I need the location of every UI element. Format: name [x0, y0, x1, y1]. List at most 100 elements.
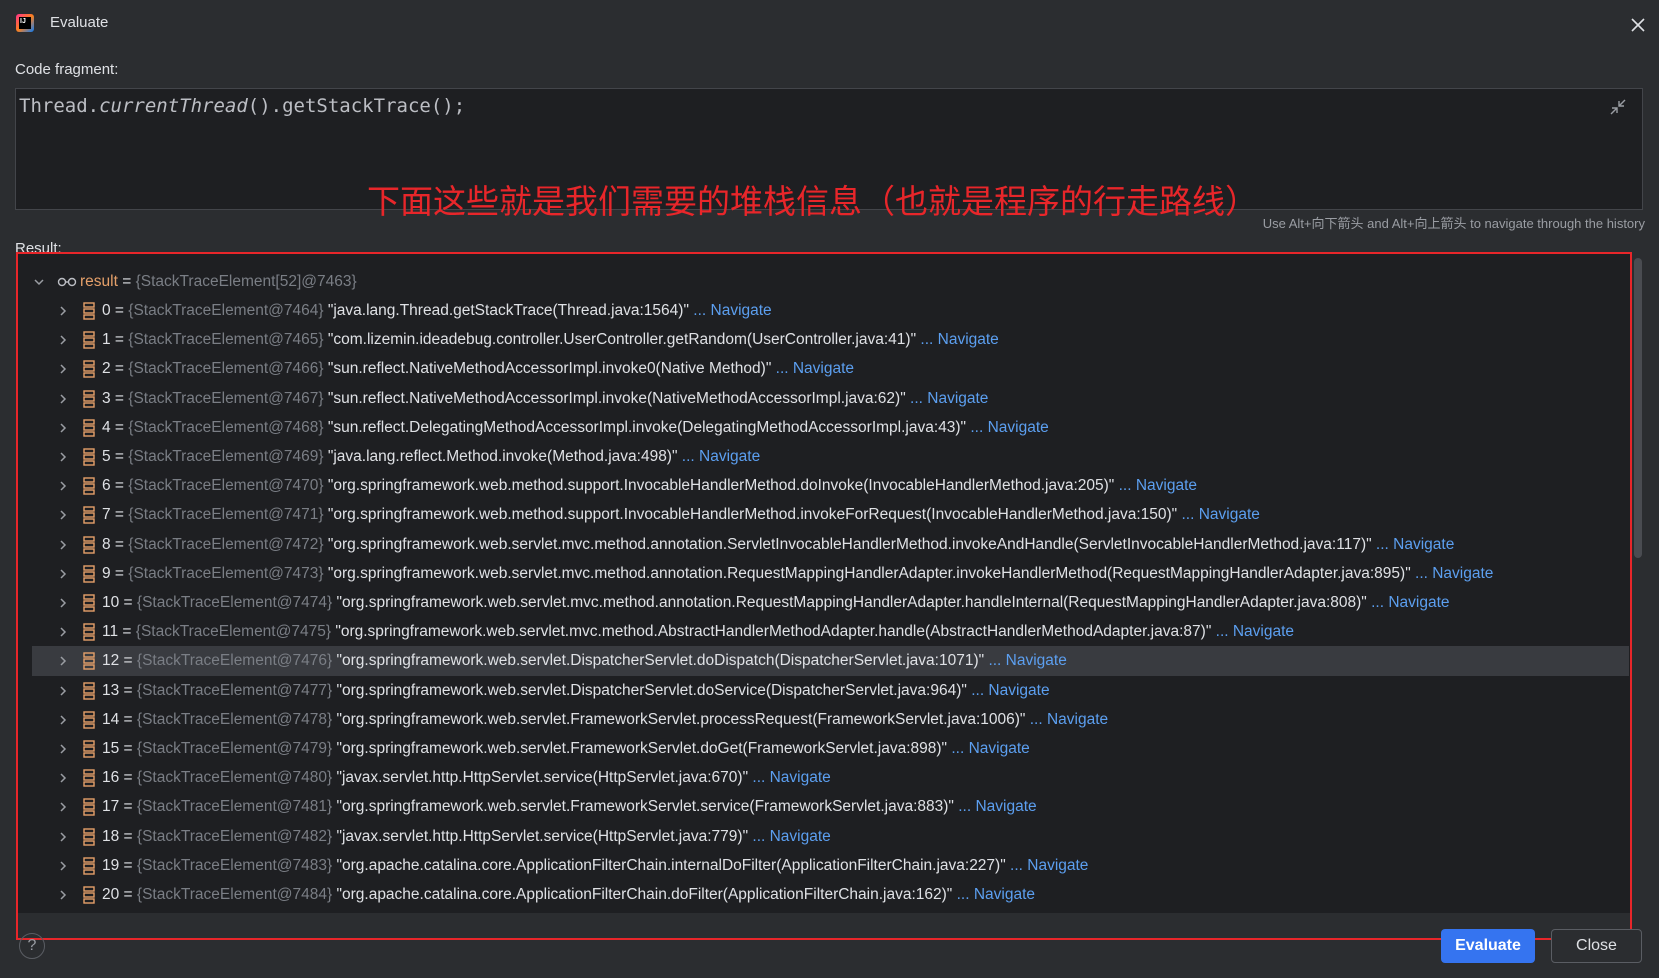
chevron-right-icon[interactable] — [57, 801, 69, 813]
frame-type: {StackTraceElement@7482} — [136, 827, 333, 845]
navigate-link[interactable]: ... Navigate — [920, 331, 998, 348]
stack-frame-row[interactable]: 6 = {StackTraceElement@7470} "org.spring… — [17, 471, 1631, 501]
chevron-right-icon[interactable] — [57, 772, 69, 784]
navigate-link[interactable]: ... Navigate — [957, 886, 1035, 903]
stack-frame-row[interactable]: 11 = {StackTraceElement@7475} "org.sprin… — [17, 617, 1631, 647]
evaluate-button[interactable]: Evaluate — [1441, 929, 1535, 963]
chevron-right-icon[interactable] — [57, 860, 69, 872]
stack-frame-row[interactable]: 12 = {StackTraceElement@7476} "org.sprin… — [32, 646, 1629, 677]
navigate-link[interactable]: ... Navigate — [1010, 857, 1088, 874]
frame-type: {StackTraceElement@7469} — [128, 448, 324, 465]
frame-value: "org.springframework.web.servlet.mvc.met… — [327, 564, 1411, 582]
navigate-link[interactable]: ... Navigate — [682, 448, 760, 465]
navigate-link[interactable]: ... Navigate — [910, 390, 988, 407]
object-field-icon — [83, 886, 95, 904]
stack-frame-row[interactable]: 13 = {StackTraceElement@7477} "org.sprin… — [17, 676, 1631, 706]
navigate-link[interactable]: ... Navigate — [752, 828, 830, 845]
navigate-link[interactable]: ... Navigate — [1182, 506, 1260, 523]
stack-frame-row[interactable]: 0 = {StackTraceElement@7464} "java.lang.… — [17, 296, 1631, 326]
chevron-right-icon[interactable] — [57, 393, 69, 405]
navigate-link[interactable]: ... Navigate — [971, 682, 1049, 699]
navigate-link[interactable]: ... Navigate — [752, 769, 830, 786]
close-button[interactable]: Close — [1551, 929, 1642, 963]
chevron-right-icon[interactable] — [57, 422, 69, 434]
chevron-down-icon[interactable] — [33, 276, 45, 288]
stack-frame-row[interactable]: 17 = {StackTraceElement@7481} "org.sprin… — [17, 792, 1631, 822]
chevron-right-icon[interactable] — [57, 685, 69, 697]
stack-frame-row[interactable]: 14 = {StackTraceElement@7478} "org.sprin… — [17, 705, 1631, 735]
chevron-right-icon[interactable] — [57, 334, 69, 346]
object-field-icon — [83, 419, 95, 437]
navigate-link[interactable]: ... Navigate — [1216, 623, 1294, 640]
navigate-link[interactable]: ... Navigate — [1030, 711, 1108, 728]
chevron-right-icon[interactable] — [57, 626, 69, 638]
chevron-right-icon[interactable] — [57, 539, 69, 551]
stack-frame-row[interactable]: 8 = {StackTraceElement@7472} "org.spring… — [17, 530, 1631, 560]
frame-type: {StackTraceElement@7484} — [136, 886, 333, 903]
frame-value: "org.springframework.web.servlet.mvc.met… — [327, 535, 1372, 553]
stack-frame-row[interactable]: 2 = {StackTraceElement@7466} "sun.reflec… — [17, 354, 1631, 384]
tree-root-row[interactable]: result = {StackTraceElement[52]@7463} — [17, 267, 1631, 297]
stack-frame-row[interactable]: 19 = {StackTraceElement@7483} "org.apach… — [17, 851, 1631, 881]
stack-frame-row[interactable]: 1 = {StackTraceElement@7465} "com.lizemi… — [17, 325, 1631, 355]
frame-value: "java.lang.Thread.getStackTrace(Thread.j… — [327, 302, 689, 319]
frame-type: {StackTraceElement@7476} — [136, 652, 333, 670]
navigate-link[interactable]: ... Navigate — [776, 360, 854, 377]
chevron-right-icon[interactable] — [57, 509, 69, 521]
chevron-right-icon[interactable] — [57, 451, 69, 463]
navigate-link[interactable]: ... Navigate — [1376, 536, 1454, 553]
chevron-right-icon[interactable] — [57, 597, 69, 609]
frame-value: "org.springframework.web.servlet.Framewo… — [336, 740, 948, 757]
close-icon[interactable] — [1627, 14, 1649, 36]
frame-value: "sun.reflect.DelegatingMethodAccessorImp… — [327, 418, 967, 436]
navigate-link[interactable]: ... Navigate — [958, 798, 1036, 815]
chevron-right-icon[interactable] — [57, 714, 69, 726]
collapse-icon[interactable] — [1608, 97, 1628, 117]
object-field-icon — [83, 681, 95, 700]
history-hint: Use Alt+向下箭头 and Alt+向上箭头 to navigate th… — [1262, 216, 1645, 231]
stack-frame-row[interactable]: 18 = {StackTraceElement@7482} "javax.ser… — [17, 822, 1631, 852]
chevron-right-icon[interactable] — [57, 568, 69, 580]
stack-frame-row[interactable]: 9 = {StackTraceElement@7473} "org.spring… — [17, 559, 1631, 589]
stack-frame-row[interactable]: 7 = {StackTraceElement@7471} "org.spring… — [17, 500, 1631, 530]
stack-frame-row[interactable]: 4 = {StackTraceElement@7468} "sun.reflec… — [17, 413, 1631, 443]
navigate-link[interactable]: ... Navigate — [1119, 477, 1197, 494]
frame-value: "sun.reflect.NativeMethodAccessorImpl.in… — [327, 360, 772, 378]
result-tree[interactable]: result = {StackTraceElement[52]@7463} 0 … — [17, 253, 1631, 913]
stack-frame-row[interactable]: 15 = {StackTraceElement@7479} "org.sprin… — [17, 734, 1631, 764]
chevron-right-icon[interactable] — [57, 363, 69, 375]
watch-glasses-icon — [57, 277, 77, 287]
navigate-link[interactable]: ... Navigate — [1415, 565, 1493, 582]
object-field-icon — [83, 302, 95, 320]
title-bar: IJ Evaluate — [0, 0, 1659, 48]
frame-value: "org.springframework.web.servlet.Dispatc… — [336, 681, 967, 699]
chevron-right-icon[interactable] — [57, 305, 69, 317]
scrollbar-thumb[interactable] — [1634, 258, 1642, 558]
help-button[interactable]: ? — [19, 933, 45, 959]
navigate-link[interactable]: ... Navigate — [951, 740, 1029, 757]
navigate-link[interactable]: ... Navigate — [693, 302, 771, 319]
object-field-icon — [83, 623, 95, 641]
chevron-right-icon[interactable] — [57, 480, 69, 492]
navigate-link[interactable]: ... Navigate — [988, 652, 1066, 669]
frame-index: 6 — [102, 477, 111, 495]
chevron-right-icon[interactable] — [57, 831, 69, 843]
stack-frame-row[interactable]: 3 = {StackTraceElement@7467} "sun.reflec… — [17, 384, 1631, 414]
frame-type: {StackTraceElement@7472} — [128, 535, 324, 553]
root-name: result — [80, 273, 118, 290]
red-annotation-text: 下面这些就是我们需要的堆栈信息（也就是程序的行走路线） — [367, 182, 1258, 221]
navigate-link[interactable]: ... Navigate — [970, 419, 1048, 436]
chevron-right-icon[interactable] — [57, 889, 69, 901]
stack-frame-row[interactable]: 10 = {StackTraceElement@7474} "org.sprin… — [17, 588, 1631, 618]
code-text[interactable]: Thread.currentThread().getStackTrace(); — [19, 95, 465, 117]
stack-frame-row[interactable]: 5 = {StackTraceElement@7469} "java.lang.… — [17, 442, 1631, 472]
frame-value: "org.springframework.web.servlet.mvc.met… — [335, 623, 1212, 641]
stack-frame-row[interactable]: 16 = {StackTraceElement@7480} "javax.ser… — [17, 763, 1631, 793]
frame-type: {StackTraceElement@7475} — [135, 623, 332, 641]
stack-frame-row[interactable]: 20 = {StackTraceElement@7484} "org.apach… — [17, 880, 1631, 910]
chevron-right-icon[interactable] — [57, 655, 69, 667]
frame-type: {StackTraceElement@7474} — [136, 594, 333, 611]
frame-type: {StackTraceElement@7477} — [136, 681, 333, 699]
navigate-link[interactable]: ... Navigate — [1371, 594, 1449, 611]
chevron-right-icon[interactable] — [57, 743, 69, 755]
